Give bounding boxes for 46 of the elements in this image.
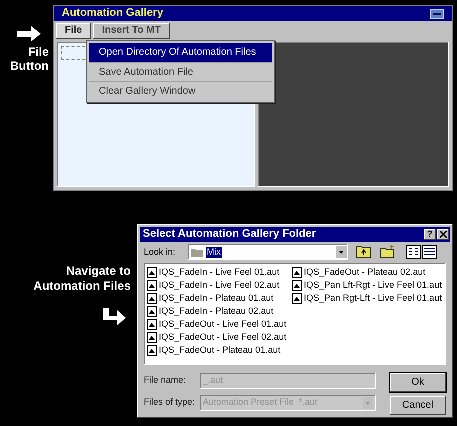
file-item[interactable]: IQS_FadeOut - Plateau 02.aut xyxy=(304,266,426,278)
menu-tab[interactable]: Insert To MT xyxy=(93,23,170,39)
file-item[interactable]: IQS_FadeIn - Plateau 02.aut xyxy=(159,306,274,317)
file-icon xyxy=(292,280,302,291)
file-icon xyxy=(147,318,157,330)
file-type-label: Files of type: xyxy=(144,396,196,410)
window-title: Automation Gallery xyxy=(62,6,164,22)
details-view-icon[interactable] xyxy=(422,245,437,260)
file-item[interactable]: IQS_FadeIn - Live Feel 02.aut xyxy=(159,280,280,291)
look-in-value: Mix xyxy=(206,246,222,258)
navigate-caption: Navigate to Automation Files xyxy=(34,264,131,294)
folder-icon xyxy=(191,248,203,257)
file-item[interactable]: IQS_Pan Rgt-Lft - Live Feel 01.aut xyxy=(304,292,442,304)
up-folder-icon[interactable] xyxy=(356,245,372,260)
menu-item[interactable]: Save Automation File xyxy=(89,62,272,81)
file-icon xyxy=(147,266,157,278)
file-icon xyxy=(147,292,157,304)
menu-tab[interactable]: File xyxy=(56,23,92,39)
file-icon xyxy=(147,306,157,317)
file-icon xyxy=(147,332,157,343)
look-in-dropdown[interactable]: Mix xyxy=(188,244,348,260)
dialog-button[interactable]: Ok xyxy=(390,373,446,392)
minimize-icon xyxy=(430,8,444,18)
file-item[interactable]: IQS_FadeIn - Live Feel 01.aut xyxy=(159,266,280,278)
dialog-button[interactable]: Cancel xyxy=(390,396,446,415)
file-icon xyxy=(292,266,302,278)
menu-item[interactable]: Clear Gallery Window xyxy=(89,81,272,100)
file-item[interactable]: IQS_FadeOut - Live Feel 01.aut xyxy=(159,318,287,330)
new-folder-icon[interactable] xyxy=(380,245,396,260)
file-button-caption: File Button xyxy=(10,45,49,73)
dialog-title: Select Automation Gallery Folder xyxy=(143,227,316,242)
file-name-label: File name: xyxy=(144,374,188,388)
file-icon xyxy=(147,344,157,356)
look-in-label: Look in: xyxy=(144,246,177,259)
file-item[interactable]: IQS_FadeIn - Plateau 01.aut xyxy=(159,292,274,304)
arrow-icon xyxy=(101,308,127,326)
menu-item[interactable]: Open Directory Of Automation Files xyxy=(89,43,272,62)
file-icon xyxy=(292,292,302,304)
file-item[interactable]: IQS_FadeOut - Plateau 01.aut xyxy=(159,344,281,356)
file-item[interactable]: IQS_FadeOut - Live Feel 02.aut xyxy=(159,332,287,343)
arrow-icon xyxy=(17,25,43,43)
file-icon xyxy=(147,280,157,291)
help-button[interactable]: ? xyxy=(424,229,436,240)
file-item[interactable]: IQS_Pan Lft-Rgt - Live Feel 01.aut xyxy=(304,280,442,291)
close-button[interactable] xyxy=(437,229,449,240)
list-view-icon[interactable] xyxy=(406,245,421,260)
